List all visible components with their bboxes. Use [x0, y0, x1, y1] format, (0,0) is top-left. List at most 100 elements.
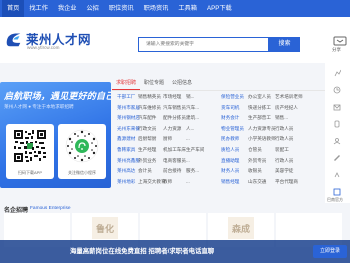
job-row: 莱州高达 会计员 前台接待 服务... 财务人员 收银员 美容学徒 — [112, 166, 350, 175]
job-link[interactable]: 建筑... — [186, 113, 199, 122]
job-link[interactable]: 外贸业务 — [138, 156, 156, 165]
job-link[interactable]: 平台代理商 — [275, 177, 298, 186]
job-link[interactable]: 后厨帮厨 — [138, 134, 156, 143]
job-link[interactable]: 人力资源 — [163, 124, 181, 133]
banner-subtitle: 莱州人才网 ● 专注于本地求职招聘 — [4, 104, 74, 109]
job-link[interactable]: 机加工车床 — [163, 145, 186, 154]
job-link[interactable]: 汽车维修员 — [138, 103, 161, 112]
nav-career-news[interactable]: 职场资讯 — [139, 0, 174, 17]
job-link[interactable]: 艺术培训老师 — [275, 92, 303, 101]
nav-public[interactable]: 公招 — [82, 0, 104, 17]
login-button[interactable]: 立即登录 — [313, 245, 347, 258]
nav-app-download[interactable]: APP下载 — [202, 0, 237, 17]
job-link[interactable]: 物业管理员 — [221, 124, 244, 133]
search-button[interactable]: 搜索 — [269, 37, 300, 52]
job-link[interactable]: 收银员 — [248, 166, 262, 175]
job-link[interactable]: 快递分拣工 — [248, 103, 271, 112]
job-link[interactable]: 行政人员 — [275, 124, 293, 133]
up-icon[interactable] — [333, 171, 341, 179]
login-promo-bar: 海量高薪岗位在线免费直招 招聘者/求职者电话直聊 立即登录 — [0, 240, 350, 263]
job-link[interactable]: 前台接待 — [163, 166, 181, 175]
company-link[interactable]: 光州东来餐 — [117, 124, 140, 133]
job-link[interactable]: 市场经理 — [163, 92, 181, 101]
job-link[interactable]: 销售精英员 — [138, 92, 161, 101]
job-link[interactable]: 销... — [186, 92, 194, 101]
chart-icon[interactable] — [333, 69, 341, 77]
job-link[interactable]: 配件分拣员 — [163, 113, 186, 122]
job-link[interactable]: 销售经理 — [221, 177, 239, 186]
edit-icon[interactable] — [333, 154, 341, 162]
phone-icon[interactable] — [333, 120, 341, 128]
top-navigation: 首页 找工作 我企业 公招 职位资讯 职场资讯 工具箱 APP下载 — [0, 0, 350, 17]
job-link[interactable]: 销售... — [275, 113, 288, 122]
job-link[interactable]: 山东交通 — [248, 177, 266, 186]
job-link[interactable]: 会计员 — [138, 166, 152, 175]
site-logo-icon[interactable] — [5, 31, 22, 48]
job-link[interactable]: 保险营业员 — [221, 92, 244, 101]
job-link[interactable]: 人... — [186, 124, 194, 133]
right-sidebar: 巴南官方 — [325, 63, 350, 203]
job-link[interactable]: 直播助理 — [221, 156, 239, 165]
job-link[interactable]: 服务... — [186, 166, 199, 175]
job-link[interactable]: ... — [186, 156, 190, 165]
job-link[interactable]: 汽车配件 — [138, 113, 156, 122]
job-link[interactable]: 上海交大教育 — [138, 177, 166, 186]
tab-public-recruit[interactable]: 公招信息 — [168, 77, 196, 90]
job-link[interactable]: 电商客服员 — [163, 156, 186, 165]
job-link[interactable]: 房产经纪人 — [275, 103, 298, 112]
nav-job-news[interactable]: 职位资讯 — [104, 0, 139, 17]
promo-banner[interactable]: 启航职场，遇见更好的自己 莱州人才网 ● 专注于本地求职招聘 扫码下载APP 关… — [0, 82, 111, 188]
job-link[interactable]: 办公室人员 — [248, 92, 271, 101]
job-link[interactable]: 财务人员 — [221, 166, 239, 175]
section-title-en: Famous Enterprise — [30, 206, 71, 211]
tab-job-topics[interactable]: 职位专题 — [140, 77, 168, 90]
job-link[interactable]: 行政人员 — [275, 156, 293, 165]
job-row: 莱州亮鑫服 外贸业务 电商客服员... 直播助理 外贸专员 行政人员 — [112, 156, 350, 165]
company-link[interactable]: 莱州高达 — [117, 166, 135, 175]
job-link[interactable]: 装配工 — [275, 145, 289, 154]
job-link[interactable]: 民办教师 — [221, 134, 239, 143]
nav-company[interactable]: 我企业 — [53, 0, 82, 17]
job-link[interactable]: 教师 — [163, 177, 172, 186]
company-link[interactable]: 莱州钢材店 — [117, 113, 140, 122]
share-icon[interactable] — [333, 36, 347, 46]
job-link[interactable]: 汽车销售员 — [163, 103, 186, 112]
job-link[interactable]: 质检人员 — [221, 145, 239, 154]
job-link[interactable]: ... — [186, 177, 190, 186]
clock-icon[interactable] — [333, 86, 341, 94]
job-link[interactable]: 外贸专员 — [248, 156, 266, 165]
company-link[interactable]: 鑫源建材 — [117, 134, 135, 143]
nav-find-job[interactable]: 找工作 — [24, 0, 53, 17]
job-link[interactable]: 厨师 — [163, 134, 172, 143]
job-link[interactable]: 行政人员 — [275, 134, 293, 143]
job-link[interactable]: 行政文员 — [138, 124, 156, 133]
job-link[interactable]: 货车司机 — [221, 103, 239, 112]
job-link[interactable]: 仓管员 — [248, 145, 262, 154]
app-qr-card[interactable]: 扫码下载APP — [6, 124, 54, 179]
job-link[interactable]: 生产车间 — [186, 145, 204, 154]
company-link[interactable]: 莱州市家居 — [117, 103, 140, 112]
firm-logo-text: 鲁化 — [96, 224, 115, 234]
tab-job-recruit[interactable]: 求职招聘 — [112, 77, 141, 90]
job-link[interactable]: 生产部普工 — [248, 113, 271, 122]
job-link[interactable]: 人力资源专员 — [248, 124, 276, 133]
nav-home[interactable]: 首页 — [2, 0, 25, 17]
job-link[interactable]: ... — [186, 134, 190, 143]
job-link[interactable]: 小学英语教师 — [248, 134, 276, 143]
mail-icon[interactable] — [333, 103, 341, 111]
job-link[interactable]: 美容学徒 — [275, 166, 293, 175]
company-link[interactable]: 莱州地彩 — [117, 177, 135, 186]
miniprogram-qr-card[interactable]: 关注微信小程序 — [58, 124, 106, 179]
nav-tools[interactable]: 工具箱 — [173, 0, 202, 17]
job-row: 鲁韩家具 生产经理 机加工车床 生产车间 质检人员 仓管员 装配工 — [112, 145, 350, 154]
job-link[interactable]: 汽车... — [186, 103, 199, 112]
company-link[interactable]: 莱州亮鑫服 — [117, 156, 140, 165]
company-link[interactable]: 干部工厂 — [117, 92, 135, 101]
user-icon[interactable] — [333, 137, 341, 145]
job-link[interactable]: 生产经理 — [138, 145, 156, 154]
job-link[interactable]: 财务会计 — [221, 113, 239, 122]
search-input[interactable] — [138, 37, 269, 52]
firm-logo — [24, 217, 50, 239]
official-icon[interactable] — [333, 188, 341, 196]
company-link[interactable]: 鲁韩家具 — [117, 145, 135, 154]
